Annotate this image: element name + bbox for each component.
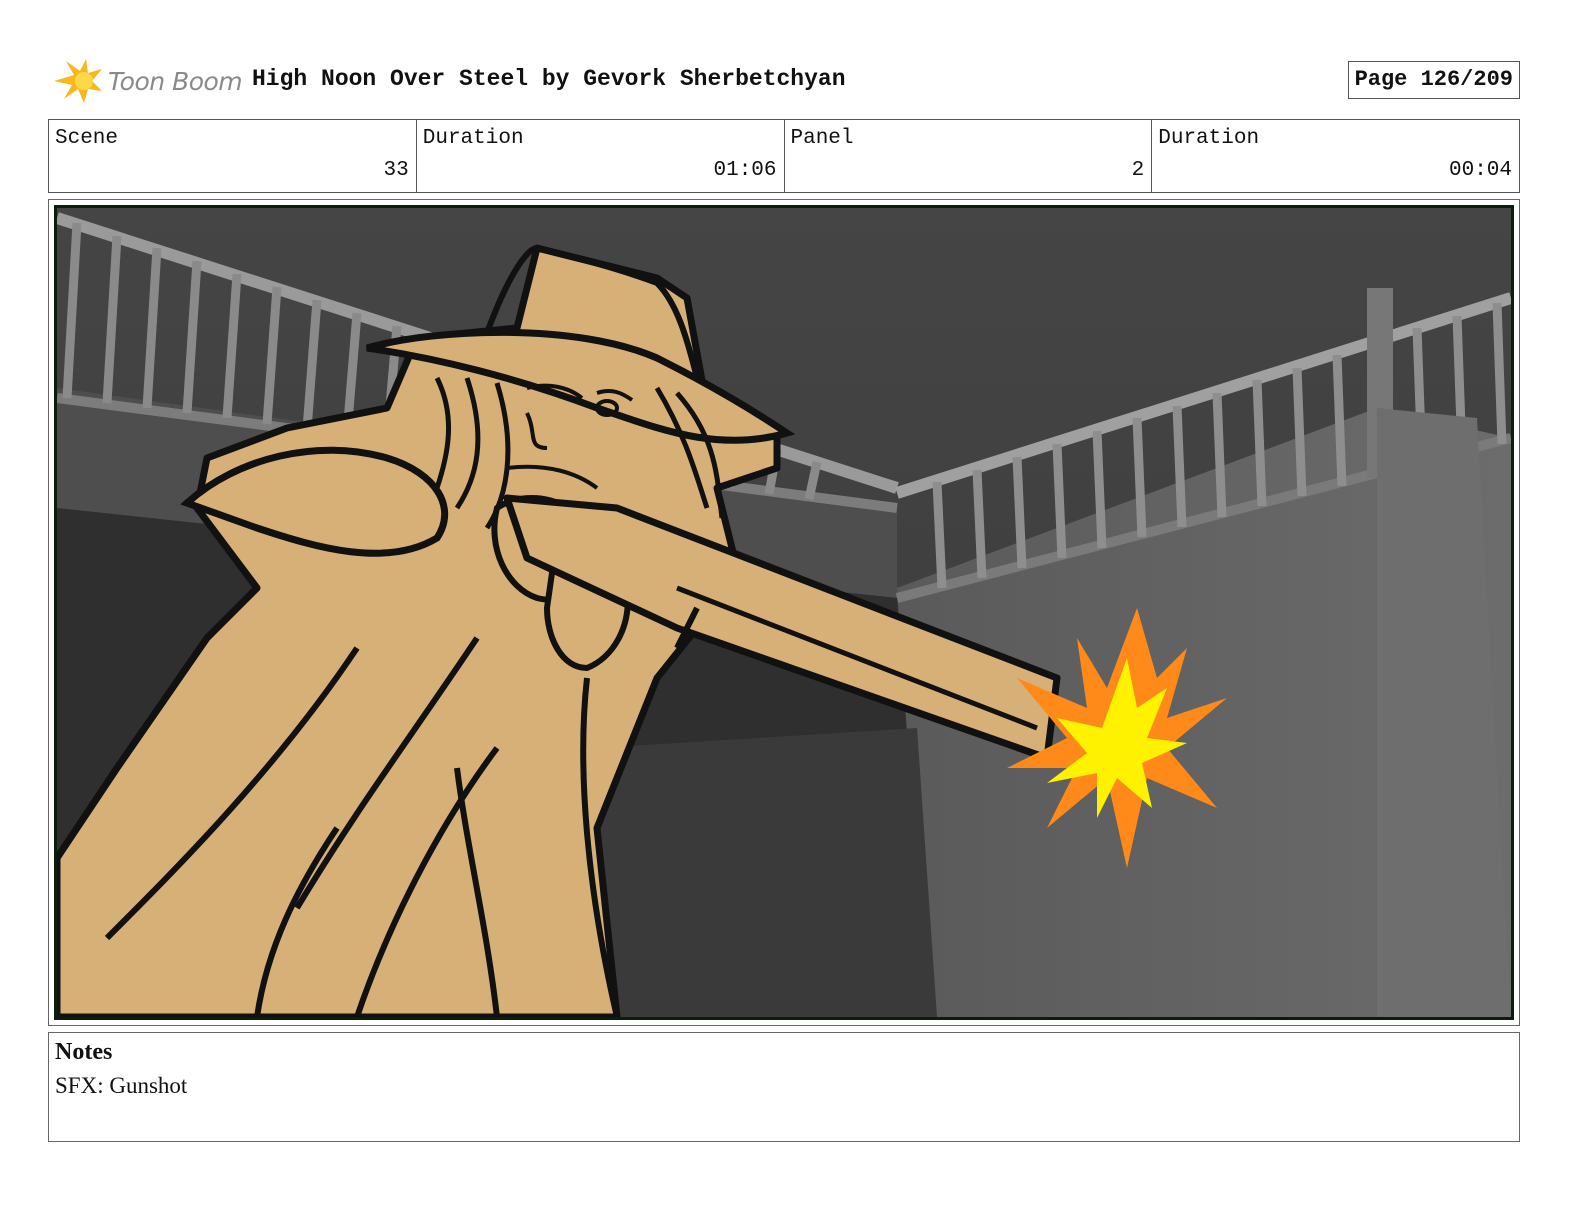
notes-body: SFX: Gunshot xyxy=(55,1073,188,1098)
scene-duration-label: Duration xyxy=(422,127,524,150)
scene-duration-value: 01:06 xyxy=(713,159,777,182)
page-number: Page 126/209 xyxy=(1347,61,1520,99)
header: Toon Boom High Noon Over Steel by Gevork… xyxy=(48,50,1520,110)
panel-cell: Panel 2 xyxy=(785,120,1153,192)
notes-title: Notes xyxy=(55,1039,113,1065)
panel-value: 2 xyxy=(1131,159,1145,182)
scene-info-table: Scene 33 Duration 01:06 Panel 2 Duration… xyxy=(48,119,1520,193)
storyboard-panel-frame xyxy=(48,199,1520,1026)
scene-duration-cell: Duration 01:06 xyxy=(417,120,785,192)
notes-box: Notes SFX: Gunshot xyxy=(48,1032,1520,1142)
scene-value: 33 xyxy=(383,159,409,182)
panel-duration-cell: Duration 00:04 xyxy=(1152,120,1519,192)
panel-duration-value: 00:04 xyxy=(1448,159,1512,182)
starburst-icon xyxy=(54,59,102,103)
document-title: High Noon Over Steel by Gevork Sherbetch… xyxy=(252,66,846,92)
scene-label: Scene xyxy=(55,127,119,150)
panel-duration-label: Duration xyxy=(1158,127,1260,150)
gunslinger-firing-rifle-illustration xyxy=(57,208,1511,1017)
panel-label: Panel xyxy=(790,127,854,150)
storyboard-panel-image xyxy=(54,205,1514,1020)
scene-cell: Scene 33 xyxy=(49,120,417,192)
logo-text: Toon Boom xyxy=(108,67,243,96)
toon-boom-logo: Toon Boom xyxy=(52,55,243,105)
